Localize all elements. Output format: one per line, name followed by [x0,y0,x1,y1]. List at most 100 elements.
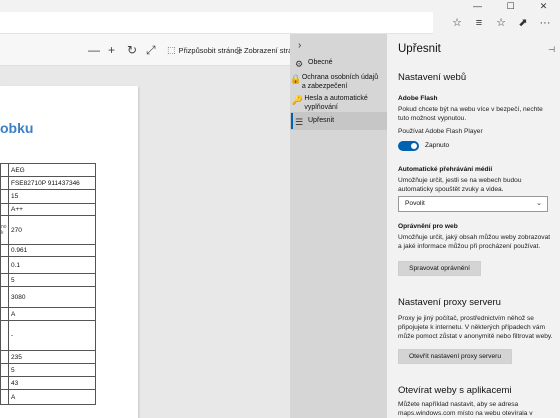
fullscreen-icon[interactable]: ⤢ [146,42,156,58]
minimize-button[interactable]: — [461,0,494,12]
page-view-icon: ▯ [236,45,241,55]
nav-item-advanced[interactable]: ☰ Upřesnit [290,112,387,130]
table-row: 5 [0,273,96,287]
more-menu-icon[interactable]: ··· [534,12,556,34]
nav-item-label: Hesla a automatické vyplňování [304,95,368,111]
nav-item-general[interactable]: ⚙ Obecné [290,58,387,72]
table-cell-label [0,163,9,177]
key-icon: 🔑 [291,95,303,105]
table-cell-label [0,189,9,204]
title-bar: — ☐ ✕ [0,0,560,12]
table-cell-label: no k [0,215,9,245]
advanced-settings-panel: Upřesnit ⊣ Nastavení webů Adobe Flash Po… [387,34,560,418]
table-cell-value: 3080 [8,286,96,308]
table-cell-value: 43 [8,376,96,390]
flash-title: Adobe Flash [398,95,438,102]
nav-item-passwords[interactable]: 🔑 Hesla a automatické vyplňování [290,94,387,114]
fit-page-label: Přizpůsobit stránce [178,46,243,55]
proxy-description: Proxy je jiný počítač, prostřednictvím n… [398,315,553,340]
nav-item-label: Obecné [308,59,333,66]
table-cell-value: 0.961 [8,244,96,257]
table-cell-label [0,307,9,321]
window-controls: — ☐ ✕ [461,0,560,12]
manage-permissions-button[interactable]: Spravovat oprávnění [398,261,481,276]
table-row: A++ [0,203,96,216]
flash-description: Pokud chcete být na webu více v bezpečí,… [398,106,543,122]
table-cell-value: FSE82710P 911437346 [8,176,96,190]
table-row: 5 [0,363,96,377]
table-cell-value: 270 [8,215,96,245]
apps-description: Můžete například nastavit, aby se adresa… [398,401,533,417]
flash-toggle-caption: Používat Adobe Flash Player [398,128,483,135]
autoplay-dropdown[interactable]: Povolit ⌄ [398,196,548,212]
autoplay-description: Umožňuje určit, jestli se na webech budo… [398,177,522,193]
nav-item-privacy[interactable]: 🔒 Ochrana osobních údajů a zabezpečení [290,73,387,95]
table-cell-value: 5 [8,273,96,287]
zoom-in-icon[interactable]: + [108,42,115,58]
favorites-icon[interactable]: ☆ [490,12,512,34]
table-cell-label [0,244,9,257]
pin-icon[interactable]: ⊣ [548,45,555,54]
document-heading: obku [0,120,34,136]
table-cell-value: 5 [8,363,96,377]
collapse-chevron-icon[interactable]: › [298,40,301,51]
autoplay-title: Automatické přehrávání médií [398,166,493,173]
table-row: - [0,320,96,351]
fit-page-button[interactable]: ⬚ Přizpůsobit stránce [167,44,242,57]
table-cell-label [0,350,9,364]
rotate-icon[interactable]: ↻ [127,42,137,58]
table-cell-value: 0.1 [8,256,96,274]
table-cell-value: AEG [8,163,96,177]
section-title-apps: Otevírat weby s aplikacemi [398,385,512,396]
maximize-button[interactable]: ☐ [494,0,527,12]
fit-page-icon: ⬚ [167,45,176,55]
gear-icon: ⚙ [294,59,304,69]
table-cell-label [0,363,9,377]
table-row: A [0,389,96,405]
table-cell-value: A++ [8,203,96,216]
open-proxy-settings-button[interactable]: Otevřít nastavení proxy serveru [398,349,512,364]
permissions-description: Umožňuje určit, jaký obsah můžou weby zo… [398,234,551,250]
pdf-toolbar: — + ↻ ⤢ ⬚ Přizpůsobit stránce ▯ Zobrazení … [0,34,304,66]
table-cell-value: A [8,389,96,405]
table-cell-label [0,376,9,390]
permissions-title: Oprávnění pro web [398,223,458,230]
pdf-page: obku AEG FSE82710P 911437346 15 A++ no k 270 0… [0,86,138,418]
spec-table: AEG FSE82710P 911437346 15 A++ no k 270 0.961 0… [0,163,96,405]
table-row: no k 270 [0,215,96,245]
table-cell-label [0,176,9,190]
address-bar-row: ☆ ≡ ☆ ⬈ ··· [0,12,560,34]
table-cell-label [0,273,9,287]
close-button[interactable]: ✕ [527,0,560,12]
share-icon[interactable]: ⬈ [512,12,534,34]
table-cell-value: 235 [8,350,96,364]
table-cell-value: A [8,307,96,321]
table-row: 0.1 [0,256,96,274]
table-row: 3080 [0,286,96,308]
lock-icon: 🔒 [290,74,302,84]
browser-toolbar: ☆ ≡ ☆ ⬈ ··· [446,12,556,34]
nav-item-label: Upřesnit [308,117,335,124]
reading-list-icon[interactable]: ≡ [468,12,490,34]
nav-item-label: Ochrana osobních údajů a zabezpečení [301,74,379,90]
table-cell-value: 15 [8,189,96,204]
table-row: 0.961 [0,244,96,257]
table-cell-label [0,256,9,274]
autoplay-selected-value: Povolit [405,200,425,207]
flash-toggle[interactable] [398,141,419,151]
favorite-star-icon[interactable]: ☆ [446,12,468,34]
section-title-web-settings: Nastavení webů [398,72,467,83]
table-row: AEG [0,163,96,177]
address-field[interactable] [0,12,433,34]
table-cell-value: - [8,320,96,351]
table-row: A [0,307,96,321]
panel-title: Upřesnit [398,43,441,55]
table-row: FSE82710P 911437346 [0,176,96,190]
table-row: 43 [0,376,96,390]
browser-window: — ☐ ✕ ☆ ≡ ☆ ⬈ ··· — + ↻ ⤢ ⬚ Přizpůsobit s… [0,0,560,418]
pdf-viewer[interactable]: obku AEG FSE82710P 911437346 15 A++ no k 270 0… [0,66,290,418]
zoom-out-icon[interactable]: — [88,42,100,58]
settings-nav: › ⚙ Obecné 🔒 Ochrana osobních údajů a za… [290,34,387,418]
table-cell-label [0,286,9,308]
section-title-proxy: Nastavení proxy serveru [398,297,501,308]
